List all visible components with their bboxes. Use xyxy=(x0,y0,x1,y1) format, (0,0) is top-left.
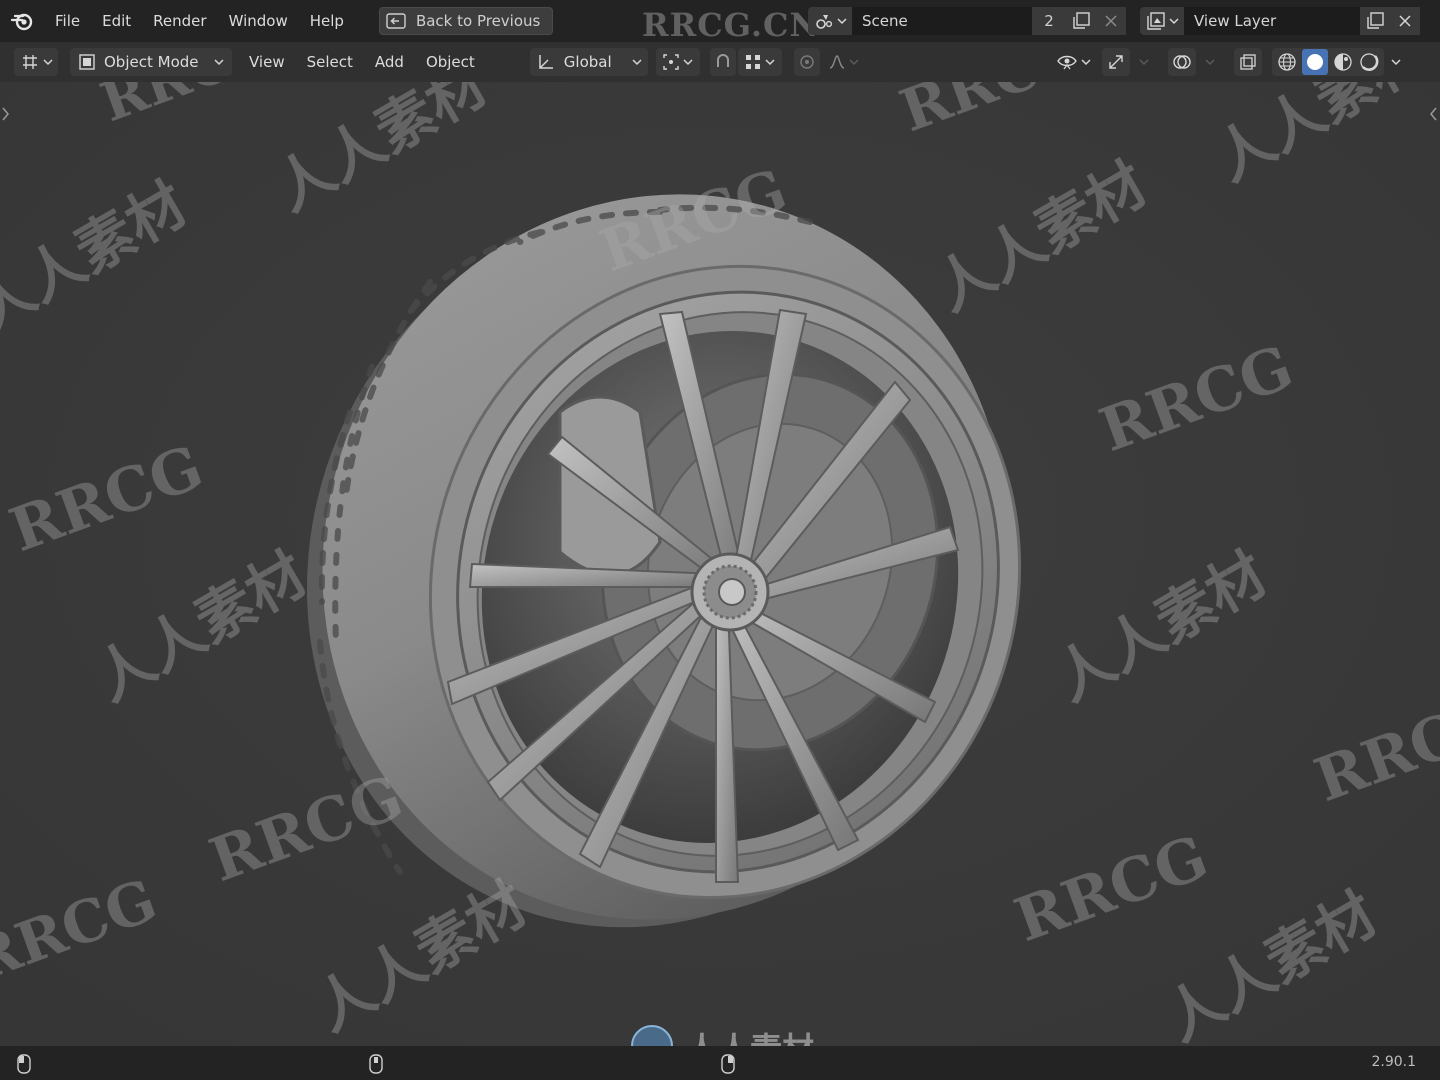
blender-logo-icon[interactable] xyxy=(0,0,44,42)
overlay-toggle[interactable] xyxy=(1167,48,1196,76)
new-view-layer-button[interactable] xyxy=(1360,7,1390,35)
falloff-dropdown[interactable] xyxy=(822,48,866,76)
rendered-shading-icon[interactable] xyxy=(1358,51,1380,73)
menu-window[interactable]: Window xyxy=(218,6,299,36)
transform-orientation-label: Global xyxy=(563,53,612,71)
xray-toggle[interactable] xyxy=(1233,48,1262,76)
chevron-down-icon xyxy=(1168,17,1179,25)
back-to-previous-label: Back to Previous xyxy=(415,12,541,30)
chevron-down-icon xyxy=(1081,58,1091,66)
pivot-point-dropdown[interactable] xyxy=(655,48,700,76)
scene-browse-button[interactable] xyxy=(808,7,852,35)
falloff-icon xyxy=(828,53,846,71)
gizmo-dropdown[interactable] xyxy=(1132,48,1156,76)
scene-selector: Scene 2 xyxy=(808,7,1126,35)
watermark-title: RRCG.CN xyxy=(642,6,820,44)
solid-shading-icon[interactable] xyxy=(1301,49,1328,75)
chevron-down-icon xyxy=(836,17,847,25)
chevron-down-icon xyxy=(42,58,53,66)
view-layer-name-field[interactable]: View Layer xyxy=(1184,7,1360,35)
scene-name-field[interactable]: Scene xyxy=(852,7,1032,35)
close-icon xyxy=(1398,14,1412,28)
version-label: 2.90.1 xyxy=(1371,1054,1416,1070)
menu-add[interactable]: Add xyxy=(364,48,415,76)
proportional-edit-icon xyxy=(798,53,816,71)
chevron-down-icon xyxy=(214,58,224,66)
watermark-logo-text: 人人素材 xyxy=(686,1030,814,1046)
chevron-down-icon xyxy=(1205,58,1215,66)
wireframe-shading-icon[interactable] xyxy=(1276,51,1298,73)
editor-type-icon xyxy=(20,53,40,71)
menu-help[interactable]: Help xyxy=(299,6,355,36)
gizmo-icon xyxy=(1106,52,1126,72)
view-layer-browse-button[interactable] xyxy=(1140,7,1184,35)
chevron-down-icon xyxy=(1139,58,1149,66)
menu-select[interactable]: Select xyxy=(296,48,364,76)
menu-edit[interactable]: Edit xyxy=(91,6,142,36)
object-mode-label: Object Mode xyxy=(104,53,199,71)
shading-dropdown[interactable] xyxy=(1386,48,1406,76)
mouse-icon xyxy=(720,1054,736,1074)
menu-file[interactable]: File xyxy=(44,6,91,36)
back-to-previous-button[interactable]: Back to Previous xyxy=(378,7,554,35)
material-shading-icon[interactable] xyxy=(1332,51,1354,73)
duplicate-icon xyxy=(1365,11,1385,31)
viewport-canvas[interactable]: RRCG RRCG RRCG RRCG RRCG RRCG RRCG RRCG … xyxy=(0,82,1440,1046)
object-mode-icon xyxy=(78,53,96,71)
scene-users-count[interactable]: 2 xyxy=(1032,7,1066,35)
view-layer-selector: View Layer xyxy=(1140,7,1420,35)
object-mode-dropdown[interactable]: Object Mode xyxy=(70,48,232,76)
visibility-dropdown[interactable] xyxy=(1052,48,1096,76)
transform-orientation-dropdown[interactable]: Global xyxy=(529,48,648,76)
chevron-down-icon xyxy=(1391,58,1401,66)
shading-mode-group xyxy=(1271,48,1384,76)
overlay-icon xyxy=(1172,52,1192,72)
snap-icon xyxy=(714,53,732,71)
close-icon xyxy=(1104,14,1118,28)
chevron-down-icon xyxy=(765,58,775,66)
snap-target-dropdown[interactable] xyxy=(737,48,782,76)
chevron-down-icon xyxy=(849,58,859,66)
status-bar: 2.90.1 xyxy=(0,1046,1440,1080)
gizmo-toggle[interactable] xyxy=(1101,48,1130,76)
xray-icon xyxy=(1239,53,1257,71)
view-layer-icon xyxy=(1146,11,1166,31)
mouse-icon xyxy=(368,1054,384,1074)
delete-scene-button[interactable] xyxy=(1096,7,1126,35)
viewport-header: Object Mode View Select Add Object Globa… xyxy=(0,42,1440,82)
new-scene-button[interactable] xyxy=(1066,7,1096,35)
snap-grid-icon xyxy=(744,53,762,71)
chevron-down-icon xyxy=(632,58,642,66)
overlay-dropdown[interactable] xyxy=(1198,48,1222,76)
3d-viewport[interactable]: RRCG RRCG RRCG RRCG RRCG RRCG RRCG RRCG … xyxy=(0,82,1440,1046)
transform-orientation-icon xyxy=(536,52,556,72)
menu-view[interactable]: View xyxy=(238,48,296,76)
pivot-icon xyxy=(662,53,680,71)
back-arrow-icon xyxy=(386,12,406,30)
menu-render[interactable]: Render xyxy=(142,6,217,36)
visibility-icon xyxy=(1056,53,1078,71)
chevron-down-icon xyxy=(683,58,693,66)
duplicate-icon xyxy=(1071,11,1091,31)
snap-toggle[interactable] xyxy=(709,48,736,76)
proportional-edit-toggle[interactable] xyxy=(793,48,820,76)
mouse-icon xyxy=(16,1054,32,1074)
menu-object[interactable]: Object xyxy=(415,48,486,76)
editor-type-button[interactable] xyxy=(14,48,58,76)
delete-view-layer-button[interactable] xyxy=(1390,7,1420,35)
scene-icon xyxy=(814,11,834,31)
